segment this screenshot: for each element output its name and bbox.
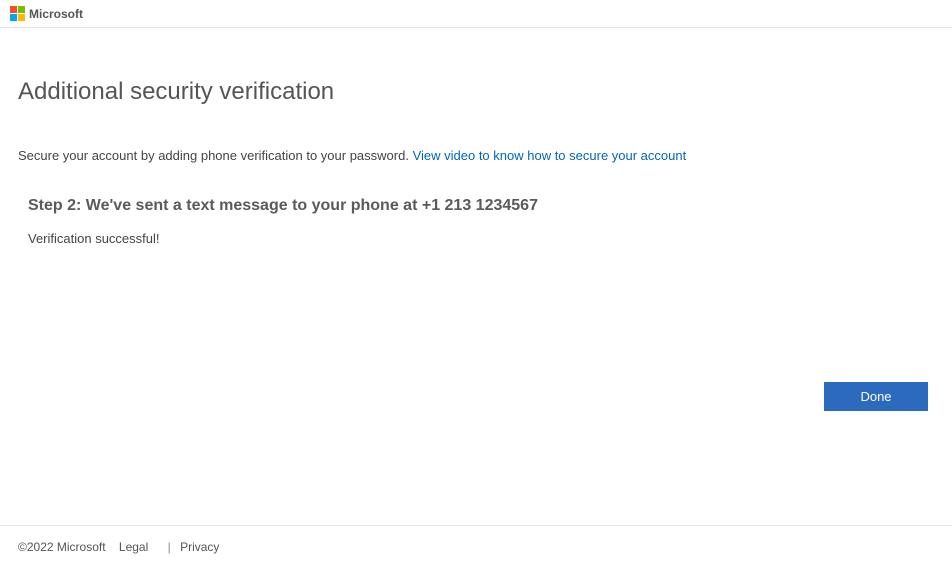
footer: ©2022 Microsoft Legal | Privacy: [0, 525, 952, 568]
microsoft-logo-icon: [10, 6, 25, 21]
footer-separator: |: [168, 540, 171, 554]
header: Microsoft: [0, 0, 952, 28]
verification-status: Verification successful!: [28, 231, 934, 246]
legal-link[interactable]: Legal: [119, 540, 148, 554]
page-title: Additional security verification: [18, 78, 934, 106]
done-button[interactable]: Done: [824, 382, 928, 411]
main-content: Additional security verification Secure …: [0, 28, 952, 246]
copyright-text: ©2022 Microsoft: [18, 540, 106, 554]
microsoft-logo-text: Microsoft: [29, 7, 83, 21]
video-link[interactable]: View video to know how to secure your ac…: [413, 148, 687, 163]
description-text: Secure your account by adding phone veri…: [18, 148, 413, 163]
privacy-link[interactable]: Privacy: [180, 540, 219, 554]
microsoft-logo: Microsoft: [10, 6, 83, 21]
description: Secure your account by adding phone veri…: [18, 148, 934, 163]
step-heading: Step 2: We've sent a text message to you…: [28, 197, 934, 215]
